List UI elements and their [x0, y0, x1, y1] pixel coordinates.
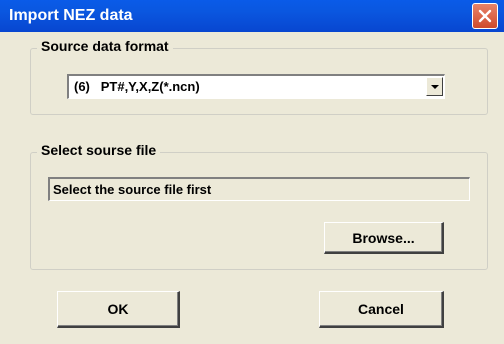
- import-nez-dialog: Import NEZ data Source data format (6) P…: [0, 0, 504, 344]
- source-format-label: Source data format: [37, 38, 173, 54]
- ok-button[interactable]: OK: [57, 291, 180, 328]
- close-icon: [478, 9, 492, 23]
- source-file-label: Select sourse file: [37, 142, 161, 158]
- source-format-group: Source data format (6) PT#,Y,X,Z(*.ncn): [30, 38, 488, 115]
- source-file-path-value: Select the source file first: [53, 182, 212, 197]
- cancel-button[interactable]: Cancel: [319, 291, 444, 328]
- title-bar[interactable]: Import NEZ data: [0, 0, 504, 32]
- close-button[interactable]: [472, 3, 498, 29]
- source-format-select[interactable]: (6) PT#,Y,X,Z(*.ncn): [67, 74, 445, 99]
- source-format-value: (6) PT#,Y,X,Z(*.ncn): [74, 79, 200, 94]
- window-title: Import NEZ data: [9, 7, 133, 24]
- source-file-path-field: Select the source file first: [48, 177, 470, 201]
- browse-button[interactable]: Browse...: [324, 222, 444, 254]
- dropdown-button[interactable]: [426, 77, 443, 96]
- chevron-down-icon: [431, 85, 439, 89]
